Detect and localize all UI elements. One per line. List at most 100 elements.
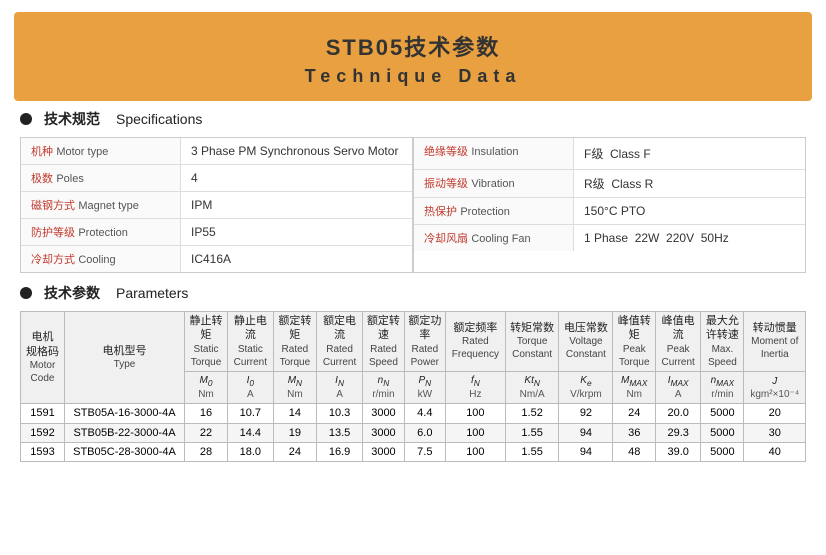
cell-value: 20.0 <box>656 404 701 423</box>
unit-rated-power: PNkW <box>404 371 445 404</box>
title-en: Technique Data <box>24 66 802 87</box>
specs-right-col: 绝缘等级 Insulation F级 Class F 振动等级 Vibratio… <box>414 138 805 272</box>
unit-rated-freq: fNHz <box>445 371 505 404</box>
cell-value: 92 <box>559 404 613 423</box>
cell-value: 24 <box>273 443 316 462</box>
cell-motor-code: 1592 <box>21 423 65 442</box>
cell-value: 14.4 <box>227 423 273 442</box>
spec-label-poles: 极数 Poles <box>21 165 181 191</box>
spec-value-protection: IP55 <box>181 219 226 245</box>
cell-value: 39.0 <box>656 443 701 462</box>
unit-max-speed: nMAXr/min <box>701 371 744 404</box>
col-rated-torque: 额定转矩 Rated Torque <box>273 312 316 372</box>
cell-value: 24 <box>613 404 656 423</box>
cell-value: 7.5 <box>404 443 445 462</box>
params-table: 电机规格码 MotorCode 电机型号 Type 静止转矩 Static To… <box>20 311 806 462</box>
cell-motor-type: STB05B-22-3000-4A <box>65 423 185 442</box>
spec-label-thermal: 热保护 Protection <box>414 198 574 224</box>
cell-value: 48 <box>613 443 656 462</box>
cell-value: 13.5 <box>317 423 363 442</box>
specs-section-title: 技术规范 Specifications <box>20 109 806 129</box>
col-rated-freq: 额定频率 Rated Frequency <box>445 312 505 372</box>
cell-value: 20 <box>744 404 806 423</box>
cell-value: 16.9 <box>317 443 363 462</box>
spec-row-vibration: 振动等级 Vibration R级 Class R <box>414 170 805 198</box>
params-section: 技术参数 Parameters 电机规格码 MotorCode 电机型号 Typ… <box>0 277 826 466</box>
spec-row-magnet: 磁钢方式 Magnet type IPM <box>21 192 412 219</box>
cell-value: 16 <box>185 404 228 423</box>
spec-label-cooling: 冷却方式 Cooling <box>21 246 181 272</box>
specs-label-cn: 技术规范 <box>44 109 100 129</box>
cell-motor-type: STB05A-16-3000-4A <box>65 404 185 423</box>
params-header-row: 电机规格码 MotorCode 电机型号 Type 静止转矩 Static To… <box>21 312 806 372</box>
col-max-speed: 最大允许转速 Max. Speed <box>701 312 744 372</box>
cell-value: 1.55 <box>505 423 559 442</box>
params-bullet <box>20 287 32 299</box>
col-torque-const: 转矩常数 Torque Constant <box>505 312 559 372</box>
spec-row-thermal: 热保护 Protection 150°C PTO <box>414 198 805 225</box>
specs-section: 技术规范 Specifications 机种 Motor type 3 Phas… <box>0 101 826 277</box>
spec-label-motortype: 机种 Motor type <box>21 138 181 164</box>
cell-value: 100 <box>445 423 505 442</box>
header-banner: STB05技术参数 Technique Data <box>0 12 826 101</box>
col-static-torque: 静止转矩 Static Torque <box>185 312 228 372</box>
cell-value: 100 <box>445 443 505 462</box>
cell-value: 5000 <box>701 404 744 423</box>
col-voltage-const: 电压常数 Voltage Constant <box>559 312 613 372</box>
spec-row-protection: 防护等级 Protection IP55 <box>21 219 412 246</box>
spec-row-insulation: 绝缘等级 Insulation F级 Class F <box>414 138 805 170</box>
unit-inertia: Jkgm²×10⁻⁴ <box>744 371 806 404</box>
spec-row-motortype: 机种 Motor type 3 Phase PM Synchronous Ser… <box>21 138 412 165</box>
cell-value: 18.0 <box>227 443 273 462</box>
spec-label-fan: 冷却风扇 Cooling Fan <box>414 225 574 251</box>
params-section-title: 技术参数 Parameters <box>20 283 806 303</box>
col-peak-torque: 峰值转矩 Peak Torque <box>613 312 656 372</box>
cell-motor-type: STB05C-28-3000-4A <box>65 443 185 462</box>
cell-value: 10.7 <box>227 404 273 423</box>
spec-label-vibration: 振动等级 Vibration <box>414 170 574 197</box>
spec-value-thermal: 150°C PTO <box>574 198 655 224</box>
params-label-cn: 技术参数 <box>44 283 100 303</box>
spec-row-poles: 极数 Poles 4 <box>21 165 412 192</box>
cell-value: 40 <box>744 443 806 462</box>
unit-rated-current: INA <box>317 371 363 404</box>
col-rated-speed: 额定转速 Rated Speed <box>363 312 405 372</box>
col-static-current: 静止电流 Static Current <box>227 312 273 372</box>
cell-value: 94 <box>559 423 613 442</box>
col-inertia: 转动惯量 Moment of Inertia <box>744 312 806 372</box>
cell-value: 1.52 <box>505 404 559 423</box>
spec-value-magnet: IPM <box>181 192 222 218</box>
unit-voltage-const: KeV/krpm <box>559 371 613 404</box>
cell-value: 94 <box>559 443 613 462</box>
cell-value: 1.55 <box>505 443 559 462</box>
cell-motor-code: 1593 <box>21 443 65 462</box>
col-rated-power: 额定功率 Rated Power <box>404 312 445 372</box>
col-motor-type: 电机型号 Type <box>65 312 185 404</box>
cell-value: 22 <box>185 423 228 442</box>
spec-row-cooling: 冷却方式 Cooling IC416A <box>21 246 412 272</box>
col-peak-current: 峰值电流 Peak Current <box>656 312 701 372</box>
table-row: 1592STB05B-22-3000-4A2214.41913.530006.0… <box>21 423 806 442</box>
spec-value-cooling: IC416A <box>181 246 241 272</box>
unit-static-torque: M0Nm <box>185 371 228 404</box>
cell-value: 3000 <box>363 443 405 462</box>
specs-label-en: Specifications <box>116 111 202 127</box>
specs-grid: 机种 Motor type 3 Phase PM Synchronous Ser… <box>20 137 806 273</box>
table-row: 1593STB05C-28-3000-4A2818.02416.930007.5… <box>21 443 806 462</box>
col-motor-code: 电机规格码 MotorCode <box>21 312 65 404</box>
spec-label-magnet: 磁钢方式 Magnet type <box>21 192 181 218</box>
unit-torque-const: KtNNm/A <box>505 371 559 404</box>
spec-label-protection: 防护等级 Protection <box>21 219 181 245</box>
col-rated-current: 额定电流 Rated Current <box>317 312 363 372</box>
unit-static-current: I0A <box>227 371 273 404</box>
cell-value: 30 <box>744 423 806 442</box>
cell-value: 5000 <box>701 443 744 462</box>
cell-value: 29.3 <box>656 423 701 442</box>
specs-left-col: 机种 Motor type 3 Phase PM Synchronous Ser… <box>21 138 414 272</box>
unit-peak-torque: MMAXNm <box>613 371 656 404</box>
spec-value-vibration: R级 Class R <box>574 170 663 197</box>
cell-value: 6.0 <box>404 423 445 442</box>
cell-value: 5000 <box>701 423 744 442</box>
spec-value-fan: 1 Phase 22W 220V 50Hz <box>574 225 739 251</box>
unit-rated-speed: nNr/min <box>363 371 405 404</box>
